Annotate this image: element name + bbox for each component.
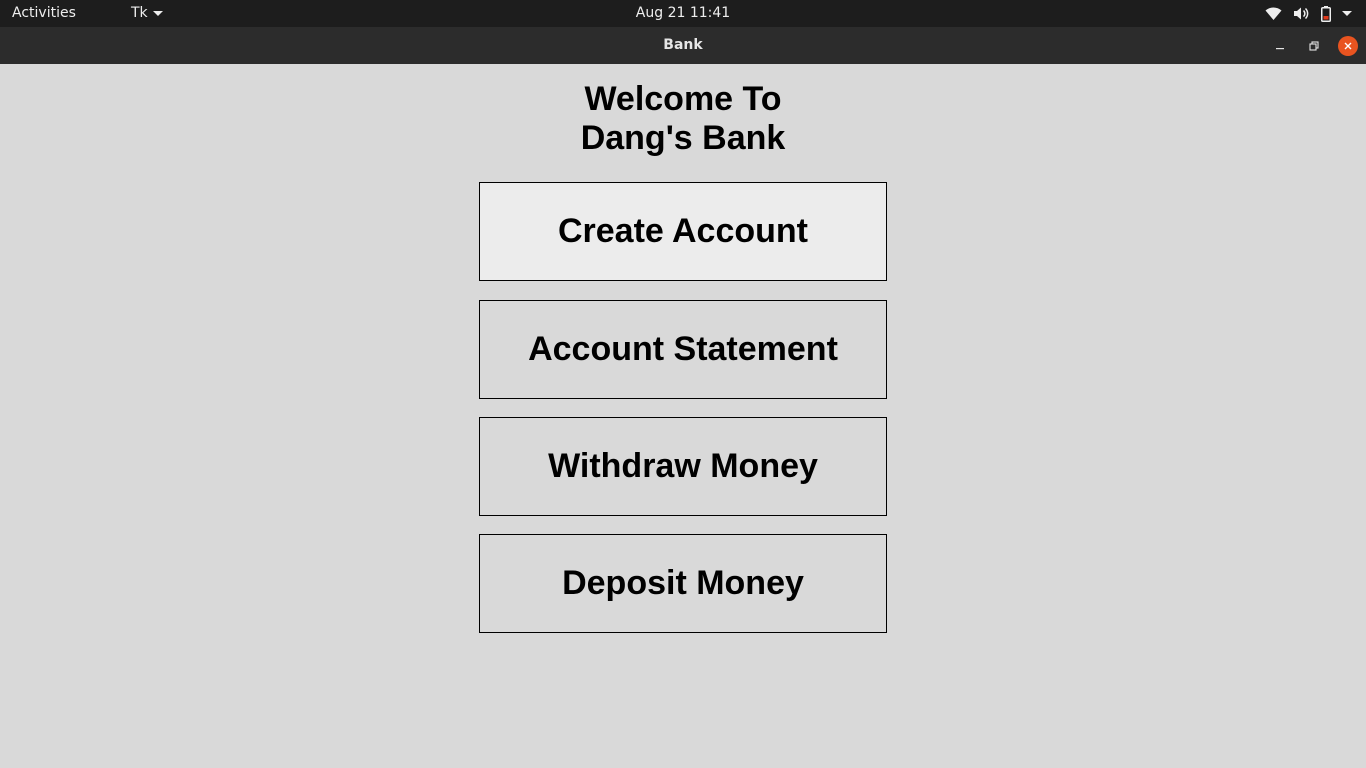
activities-button[interactable]: Activities	[12, 5, 76, 21]
minimize-button[interactable]	[1269, 35, 1291, 57]
maximize-button[interactable]	[1303, 35, 1325, 57]
page-title: Welcome To Dang's Bank	[0, 80, 1366, 158]
close-button[interactable]	[1337, 35, 1359, 57]
page-title-line-2: Dang's Bank	[580, 119, 786, 157]
page-title-line-1: Welcome To	[584, 80, 782, 118]
battery-icon	[1321, 5, 1331, 22]
system-top-bar: Activities Tk Aug 21 11:41	[0, 0, 1366, 27]
window-title-bar[interactable]: Bank	[0, 27, 1366, 64]
app-menu-label: Tk	[131, 5, 148, 21]
window-title: Bank	[663, 37, 703, 53]
app-content: Welcome To Dang's Bank Create Account Ac…	[0, 64, 1366, 768]
maximize-icon	[1309, 41, 1319, 51]
withdraw-money-button[interactable]: Withdraw Money	[479, 417, 887, 516]
wifi-icon	[1265, 6, 1282, 21]
volume-icon	[1293, 6, 1310, 21]
app-menu-chevron-icon	[152, 10, 163, 16]
minimize-icon	[1276, 48, 1284, 50]
close-icon	[1344, 42, 1352, 50]
app-menu[interactable]: Tk	[131, 5, 163, 21]
create-account-button[interactable]: Create Account	[479, 182, 887, 281]
clock[interactable]: Aug 21 11:41	[636, 5, 730, 21]
system-menu-chevron-icon	[1342, 11, 1352, 16]
account-statement-button[interactable]: Account Statement	[479, 300, 887, 399]
deposit-money-button[interactable]: Deposit Money	[479, 534, 887, 633]
system-status-area[interactable]	[1265, 4, 1352, 23]
